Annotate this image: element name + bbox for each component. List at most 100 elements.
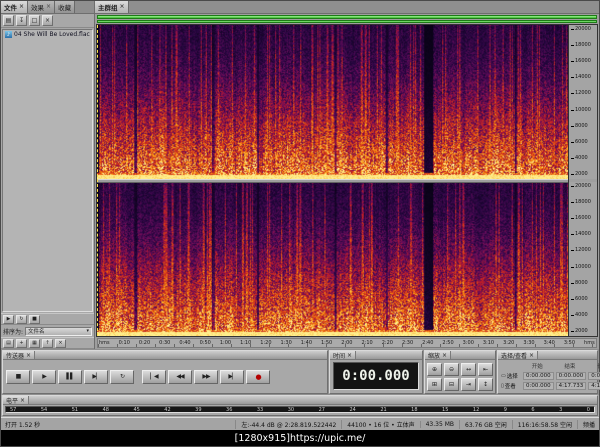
horizontal-range-bar[interactable]: [97, 15, 597, 19]
play-from-cursor-button[interactable]: ▶▏: [84, 369, 108, 384]
time-title: 时间: [333, 352, 346, 360]
level-meter[interactable]: 57 54 51 48 45 42 39 36 33 30 27 24 21 18 15 12 9 6 3 0: [5, 406, 595, 413]
zoom-panel-header: 缩放 ×: [425, 351, 495, 360]
spectral-display[interactable]: [96, 24, 568, 337]
remove-file-icon[interactable]: ×: [55, 338, 66, 348]
selection-range-icon: ▭: [501, 373, 506, 379]
time-tick-label: 3:00: [462, 339, 474, 346]
level-scale-label: 12: [472, 406, 480, 413]
level-scale-label: 18: [411, 406, 418, 413]
level-panel-tab[interactable]: 电平 ×: [3, 396, 30, 405]
close-icon[interactable]: ×: [46, 4, 51, 10]
selection-panel-tab[interactable]: 选择/查看 ×: [498, 351, 539, 360]
freq-tick-label: 6000: [571, 296, 596, 302]
view-end-field[interactable]: 4:17.733: [555, 382, 587, 390]
chevron-down-icon: ▾: [86, 328, 89, 334]
time-tick-label: 1:10: [240, 339, 252, 346]
main-panel-tabbar: 主群组 ×: [95, 1, 599, 13]
view-begin-field[interactable]: 0:00.000: [523, 382, 554, 390]
full-paths-icon[interactable]: ▦: [29, 338, 40, 348]
new-file-icon[interactable]: □: [29, 15, 40, 26]
tab-main-group[interactable]: 主群组 ×: [95, 1, 129, 13]
insert-multitrack-icon[interactable]: +: [16, 338, 27, 348]
files-bottom-bar: ▤ + ▦ ↑ ×: [1, 337, 94, 349]
freq-tick-label: 4000: [571, 155, 596, 161]
close-file-icon[interactable]: ×: [42, 15, 53, 26]
zoom-panel-tab[interactable]: 缩放 ×: [425, 351, 452, 360]
close-icon[interactable]: ×: [19, 4, 24, 10]
close-icon[interactable]: ×: [529, 352, 534, 359]
sort-row: 排序为: 文件名 ▾: [1, 325, 94, 337]
zoom-right-edge-button[interactable]: ⇥: [461, 377, 476, 391]
selection-end-field[interactable]: 0:00.000: [555, 372, 587, 380]
tab-files[interactable]: 文件 ×: [1, 1, 29, 13]
level-scale-label: 48: [102, 406, 109, 413]
close-icon[interactable]: ×: [442, 352, 447, 359]
zoom-title: 缩放: [428, 352, 441, 360]
sort-by-label: 排序为:: [3, 328, 24, 336]
go-to-start-button[interactable]: ▏◀: [142, 369, 166, 384]
preview-stop-button[interactable]: ■: [29, 314, 40, 324]
close-icon[interactable]: ×: [347, 352, 352, 359]
time-panel-tab[interactable]: 时间 ×: [330, 351, 357, 360]
status-text: 左:-44.4 dB @ 2:28.819.522442: [235, 419, 336, 429]
close-icon[interactable]: ×: [26, 352, 31, 359]
close-icon[interactable]: ×: [120, 4, 125, 10]
selection-table: 开始 结束 长度 ▭ 选择 0:00.000 0:00.000 0:00.000…: [498, 360, 600, 393]
view-length-field[interactable]: 4:17.733: [588, 382, 600, 390]
play-button[interactable]: ▶: [32, 369, 56, 384]
zoom-selection-button[interactable]: ⇤: [478, 362, 493, 376]
level-scale-label: 57: [10, 406, 17, 413]
spectrogram-left-channel[interactable]: [97, 25, 568, 179]
selection-title: 选择/查看: [501, 352, 528, 360]
watermark-bar: [1280x915]https://upic.me/: [1, 430, 599, 446]
horizontal-range-bar-2[interactable]: [97, 20, 597, 23]
rewind-button[interactable]: ◀◀: [168, 369, 192, 384]
zoom-out-button[interactable]: ⊖: [444, 362, 459, 376]
selection-begin-field[interactable]: 0:00.000: [523, 372, 554, 380]
tab-effects[interactable]: 效果 ×: [28, 1, 56, 13]
stop-button[interactable]: ■: [6, 369, 30, 384]
time-tick-label: hms: [584, 339, 595, 346]
sort-by-select[interactable]: 文件名 ▾: [25, 326, 92, 336]
move-up-icon[interactable]: ↑: [42, 338, 53, 348]
freq-tick-label: 18000: [571, 200, 596, 206]
level-scale-label: 21: [380, 406, 387, 413]
zoom-in-button[interactable]: ⊕: [427, 362, 442, 376]
open-file-icon[interactable]: ▤: [3, 15, 14, 26]
file-item[interactable]: ♪ 04 She Will Be Loved.flac: [3, 30, 92, 39]
level-scale-label: 54: [40, 406, 48, 413]
timeline-ruler[interactable]: hms 0:10 0:20 0:30 0:40 0:50 1:00 1:10 1:20 1:30 1…: [97, 338, 597, 348]
selection-length-field[interactable]: 0:00.000: [588, 372, 600, 380]
show-file-types-icon[interactable]: ▤: [3, 338, 14, 348]
playhead-cursor[interactable]: [97, 25, 98, 336]
frequency-ruler[interactable]: 20000 18000 16000 14000 12000 10000 8000 6000 40…: [568, 24, 598, 337]
import-file-icon[interactable]: ↧: [16, 15, 27, 26]
go-to-end-button[interactable]: ▶▏: [220, 369, 244, 384]
transport-panel-tab[interactable]: 传送器 ×: [3, 351, 36, 360]
zoom-in-vertical-button[interactable]: ⊞: [427, 377, 442, 391]
time-tick-label: 2:50: [442, 339, 454, 346]
file-preview-bar: ▶ ↻ ■: [1, 313, 94, 325]
zoom-full-button[interactable]: ↔: [461, 362, 476, 376]
preview-play-button[interactable]: ▶: [3, 314, 14, 324]
level-scale-label: 15: [442, 406, 449, 413]
tab-favorites[interactable]: 收藏: [55, 1, 76, 13]
freq-tick-label: 12000: [571, 91, 596, 97]
col-length-label: 长度: [597, 364, 600, 370]
pause-button[interactable]: ▌▌: [58, 369, 82, 384]
close-icon[interactable]: ×: [20, 397, 25, 404]
freq-tick-label: 10000: [571, 264, 596, 270]
time-display: 0:00.000: [333, 362, 419, 390]
preview-loop-button[interactable]: ↻: [16, 314, 27, 324]
spectrogram-right-channel[interactable]: [97, 182, 568, 336]
time-tick-label: 3:30: [523, 339, 535, 346]
fast-forward-button[interactable]: ▶▶: [194, 369, 218, 384]
bottom-panels: 传送器 × ■ ▶ ▌▌ ▶▏ ↻ ▏◀ ◀◀ ▶▶ ▶▏ ● 时间 × 0:00.000 缩放 …: [1, 349, 600, 395]
play-looped-button[interactable]: ↻: [110, 369, 134, 384]
record-button[interactable]: ●: [246, 369, 270, 384]
zoom-vertical-button[interactable]: ↕: [478, 377, 493, 391]
transport-title: 传送器: [6, 352, 25, 360]
selection-view-panel: 选择/查看 × 开始 结束 长度 ▭ 选择 0:00.000 0:00.000: [497, 350, 600, 394]
zoom-out-vertical-button[interactable]: ⊟: [444, 377, 459, 391]
